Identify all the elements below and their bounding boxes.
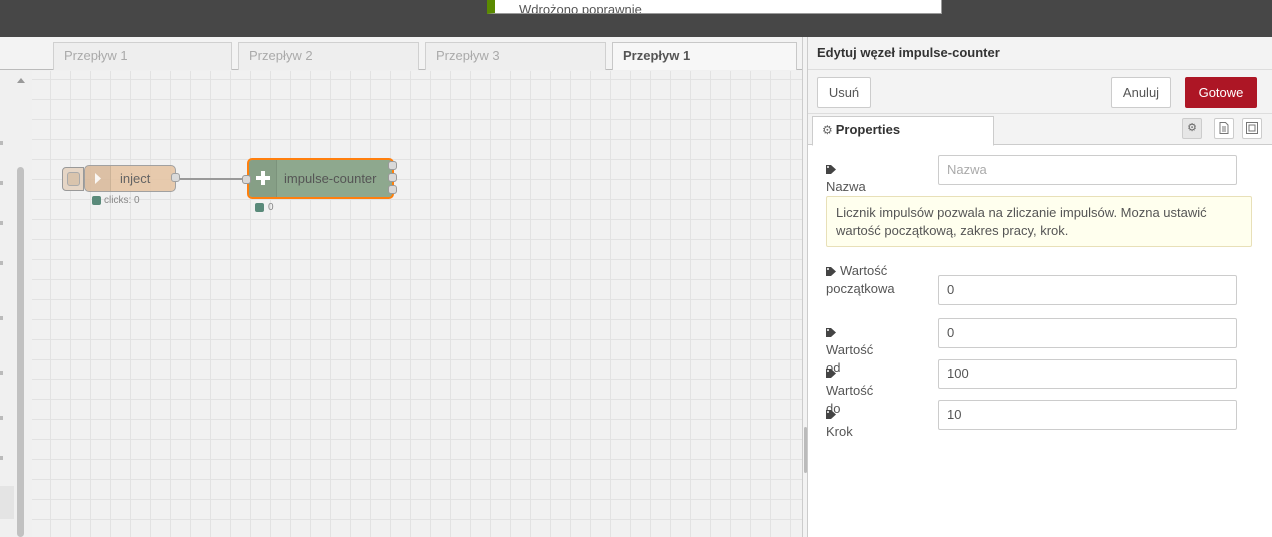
counter-output-port-2[interactable] — [388, 173, 397, 182]
flow-tab-3[interactable]: Przepływ 3 — [425, 42, 606, 70]
inject-trigger-button[interactable] — [62, 167, 84, 191]
inject-output-port[interactable] — [171, 173, 180, 182]
counter-output-port-3[interactable] — [388, 185, 397, 194]
delete-button[interactable]: Usuń — [817, 77, 871, 108]
deploy-notification: Wdrożono poprawnie — [487, 0, 942, 14]
tip-line-1: Licznik impulsów pozwala na zliczanie im… — [836, 205, 1207, 220]
tag-icon — [826, 165, 836, 174]
gear-icon: ⚙ — [822, 123, 833, 137]
inject-status-dot — [92, 196, 101, 205]
tip-line-2: wartość początkową, zakres pracy, krok. — [836, 223, 1069, 238]
editor-tabs-row: ⚙ Properties ⚙ — [808, 114, 1272, 146]
resize-grip[interactable] — [804, 427, 807, 473]
workspace: Przepływ 1 Przepływ 2 Przepływ 3 Przepły… — [0, 37, 802, 537]
tab-properties-label: Properties — [835, 122, 901, 137]
name-label: Nazwa — [826, 179, 866, 194]
counter-status-text: 0 — [268, 202, 274, 213]
tag-icon — [826, 369, 836, 378]
step-input[interactable]: 10 — [938, 400, 1237, 430]
connection-wire[interactable] — [180, 178, 246, 180]
scroll-up-arrow-icon[interactable] — [17, 78, 25, 83]
deploy-notification-text: Wdrożono poprawnie — [519, 2, 642, 14]
value-from-input[interactable]: 0 — [938, 318, 1237, 348]
cancel-button[interactable]: Anuluj — [1111, 77, 1171, 108]
editor-toolbar: Usuń Anuluj Gotowe — [808, 70, 1272, 114]
start-value-label-line2: początkowa — [826, 281, 895, 296]
flow-tab-active[interactable]: Przepływ 1 — [612, 42, 797, 70]
frame-icon[interactable] — [1242, 118, 1262, 139]
inject-node-icon-area — [85, 166, 111, 191]
tag-icon — [826, 267, 836, 276]
done-button[interactable]: Gotowe — [1185, 77, 1257, 108]
inject-node-label: inject — [120, 171, 151, 186]
left-gutter — [0, 71, 32, 537]
counter-node-icon-area — [249, 160, 277, 197]
start-value-label-line1: Wartość — [840, 263, 888, 278]
counter-status-dot — [255, 203, 264, 212]
tag-icon — [826, 328, 836, 337]
start-value-input[interactable]: 0 — [938, 275, 1237, 305]
inject-status-text: clicks: 0 — [104, 195, 140, 206]
node-editor-tray: Edytuj węzeł impulse-counter Usuń Anuluj… — [808, 37, 1272, 537]
editor-title: Edytuj węzeł impulse-counter — [808, 37, 1272, 70]
header-bar: Wdrożono poprawnie — [0, 0, 1272, 37]
inject-node[interactable]: inject — [84, 165, 180, 192]
impulse-counter-node[interactable]: impulse-counter — [242, 158, 397, 199]
info-tip: Licznik impulsów pozwala na zliczanie im… — [826, 196, 1252, 247]
flow-tab-2[interactable]: Przepływ 2 — [238, 42, 419, 70]
counter-input-port[interactable] — [242, 175, 251, 184]
counter-output-port-1[interactable] — [388, 161, 397, 170]
tag-icon — [826, 410, 836, 419]
name-input[interactable]: Nazwa — [938, 155, 1237, 185]
arrow-right-icon — [95, 173, 101, 184]
document-icon[interactable] — [1214, 118, 1234, 139]
tab-properties[interactable]: ⚙ Properties — [812, 116, 994, 146]
counter-node-label: impulse-counter — [284, 171, 377, 186]
flow-tab-bar: Przepływ 1 Przepływ 2 Przepływ 3 Przepły… — [0, 37, 802, 70]
flow-canvas[interactable] — [32, 71, 802, 537]
flow-tab-1[interactable]: Przepływ 1 — [53, 42, 232, 70]
vertical-scrollbar[interactable] — [17, 167, 24, 537]
settings-gear-icon[interactable]: ⚙ — [1182, 118, 1202, 139]
value-to-input[interactable]: 100 — [938, 359, 1237, 389]
plus-icon — [256, 171, 270, 185]
step-label: Krok — [826, 424, 853, 439]
